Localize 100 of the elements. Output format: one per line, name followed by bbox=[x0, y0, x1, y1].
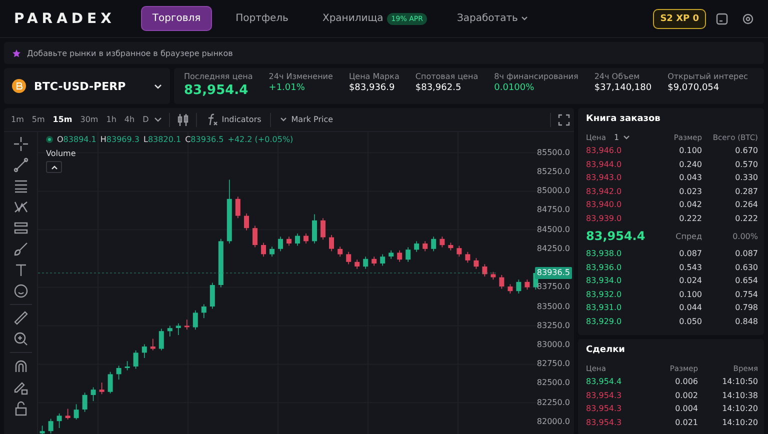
market-selector[interactable]: BTC-USD-PERP bbox=[4, 68, 170, 104]
candles-icon[interactable] bbox=[176, 112, 189, 126]
price-cell-text: 83,946.0 bbox=[586, 146, 623, 156]
candle bbox=[90, 386, 96, 402]
candle bbox=[414, 240, 420, 252]
xp-badge[interactable]: S2 XP 0 bbox=[653, 8, 706, 28]
horizontal-lines-icon[interactable] bbox=[12, 178, 28, 194]
time-cell-text: 14:10:20 bbox=[721, 418, 758, 427]
candle bbox=[388, 250, 394, 260]
smiley-icon[interactable] bbox=[12, 283, 28, 299]
collapse-button[interactable] bbox=[46, 161, 62, 173]
size-cell-text: 0.240 bbox=[678, 160, 702, 169]
stat-value: $83,936.9 bbox=[348, 83, 396, 93]
candle bbox=[124, 360, 130, 371]
candle bbox=[116, 365, 122, 380]
lock-icon[interactable] bbox=[12, 400, 28, 416]
candle bbox=[474, 258, 479, 270]
candle bbox=[244, 213, 249, 231]
chevron-down-icon[interactable] bbox=[154, 117, 162, 122]
price-tick: 84250.0 bbox=[536, 244, 570, 254]
candle bbox=[346, 252, 352, 265]
size-cell-text: 0.222 bbox=[678, 214, 702, 223]
candle bbox=[380, 254, 386, 266]
candle bbox=[261, 242, 266, 257]
earn-menu[interactable]: Заработать bbox=[450, 12, 534, 25]
size-cell-text: 0.100 bbox=[678, 290, 702, 299]
crosshair-icon[interactable] bbox=[12, 136, 28, 152]
zoom-in-icon[interactable] bbox=[12, 331, 28, 347]
trend-line-icon[interactable] bbox=[12, 157, 28, 173]
brush-icon[interactable] bbox=[12, 241, 28, 257]
size-cell-text: 0.024 bbox=[678, 276, 702, 286]
candle bbox=[397, 250, 402, 262]
pattern-icon[interactable] bbox=[12, 199, 28, 215]
grouping-dropdown[interactable]: 1 bbox=[612, 130, 632, 144]
stat-value: 83,954.4 bbox=[184, 83, 250, 98]
ruler-icon[interactable] bbox=[12, 310, 28, 326]
stat-value: $37,140,180 bbox=[594, 83, 652, 93]
interval-tab[interactable]: 15m bbox=[50, 113, 76, 126]
nav-tab[interactable]: Торговля bbox=[141, 6, 212, 31]
banner-text: Добавьте рынки в избранное в браузере рынков bbox=[27, 48, 233, 58]
terminal-icon[interactable] bbox=[716, 12, 728, 24]
stat-label: 8ч финансирования bbox=[494, 72, 578, 81]
bitcoin-icon bbox=[12, 79, 26, 93]
candle bbox=[210, 282, 215, 310]
price-cell-text: 83,929.0 bbox=[586, 316, 623, 326]
last-price-tag: 83936.5 bbox=[534, 266, 572, 279]
chevron-down-icon bbox=[623, 134, 630, 140]
interval-tab[interactable]: 1h bbox=[103, 113, 120, 126]
candle bbox=[184, 319, 190, 330]
ohlc-value: L83820.1 bbox=[144, 135, 182, 144]
time-cell-text: 14:10:38 bbox=[721, 390, 758, 400]
status-dot-icon bbox=[46, 136, 53, 143]
magnet-icon[interactable] bbox=[12, 358, 28, 374]
price-type-dropdown[interactable]: Mark Price bbox=[278, 113, 336, 126]
size-cell-text: 0.042 bbox=[678, 200, 702, 210]
stat-label: Цена Марка bbox=[348, 72, 400, 81]
total-cell-text: 0.848 bbox=[734, 316, 758, 326]
chevron-up-icon[interactable] bbox=[50, 164, 58, 170]
candle bbox=[99, 382, 104, 395]
candle bbox=[278, 236, 283, 252]
interval-tab[interactable]: D bbox=[140, 113, 152, 126]
ohlc-value: H83969.3 bbox=[100, 135, 140, 144]
interval-tab[interactable]: 30m bbox=[77, 113, 102, 126]
fullscreen-icon[interactable] bbox=[558, 114, 570, 126]
price-tick: 84500.0 bbox=[536, 224, 570, 235]
indicators-button[interactable]: Indicators bbox=[204, 111, 264, 128]
size-cell-text: 0.100 bbox=[678, 146, 702, 156]
settings-icon[interactable] bbox=[742, 12, 754, 24]
size-cell-text: 0.044 bbox=[678, 303, 702, 312]
interval-tab[interactable]: 1m bbox=[8, 113, 27, 126]
price-tick: 85500.0 bbox=[536, 148, 570, 158]
candle bbox=[286, 236, 292, 246]
channel-icon[interactable] bbox=[12, 220, 28, 236]
spread-label: Спред bbox=[674, 232, 702, 240]
price-tick: 83250.0 bbox=[536, 320, 570, 331]
nav-tab[interactable]: Портфель bbox=[226, 7, 298, 30]
total-cell-text: 0.570 bbox=[734, 160, 758, 169]
last-price: 83,954.4 bbox=[586, 229, 646, 243]
price-change: +42.2 (+0.05%) bbox=[228, 135, 294, 144]
size-cell-text: 0.043 bbox=[678, 173, 702, 182]
stat-label: 24ч Изменение bbox=[268, 72, 333, 81]
candle bbox=[48, 418, 54, 434]
spread-value: 0.00% bbox=[732, 232, 758, 240]
interval-tab[interactable]: 5m bbox=[28, 113, 48, 126]
candle bbox=[482, 264, 488, 277]
candle bbox=[312, 214, 317, 244]
price-cell-text: 83,944.0 bbox=[586, 160, 623, 169]
total-cell-text: 0.670 bbox=[734, 146, 758, 156]
size-cell-text: 0.006 bbox=[674, 377, 698, 386]
price-cell-text: 83,934.0 bbox=[586, 276, 623, 286]
candle bbox=[142, 344, 147, 358]
candle bbox=[338, 246, 343, 257]
candle bbox=[158, 328, 164, 351]
candle bbox=[133, 350, 138, 370]
candle bbox=[516, 279, 522, 294]
price-cell-text: 83,939.0 bbox=[586, 214, 623, 223]
market-symbol: BTC-USD-PERP bbox=[34, 80, 127, 92]
interval-tab[interactable]: 4h bbox=[121, 113, 138, 126]
stat-value: $9,070,054 bbox=[668, 83, 720, 93]
size-cell-text: 0.021 bbox=[674, 418, 698, 427]
